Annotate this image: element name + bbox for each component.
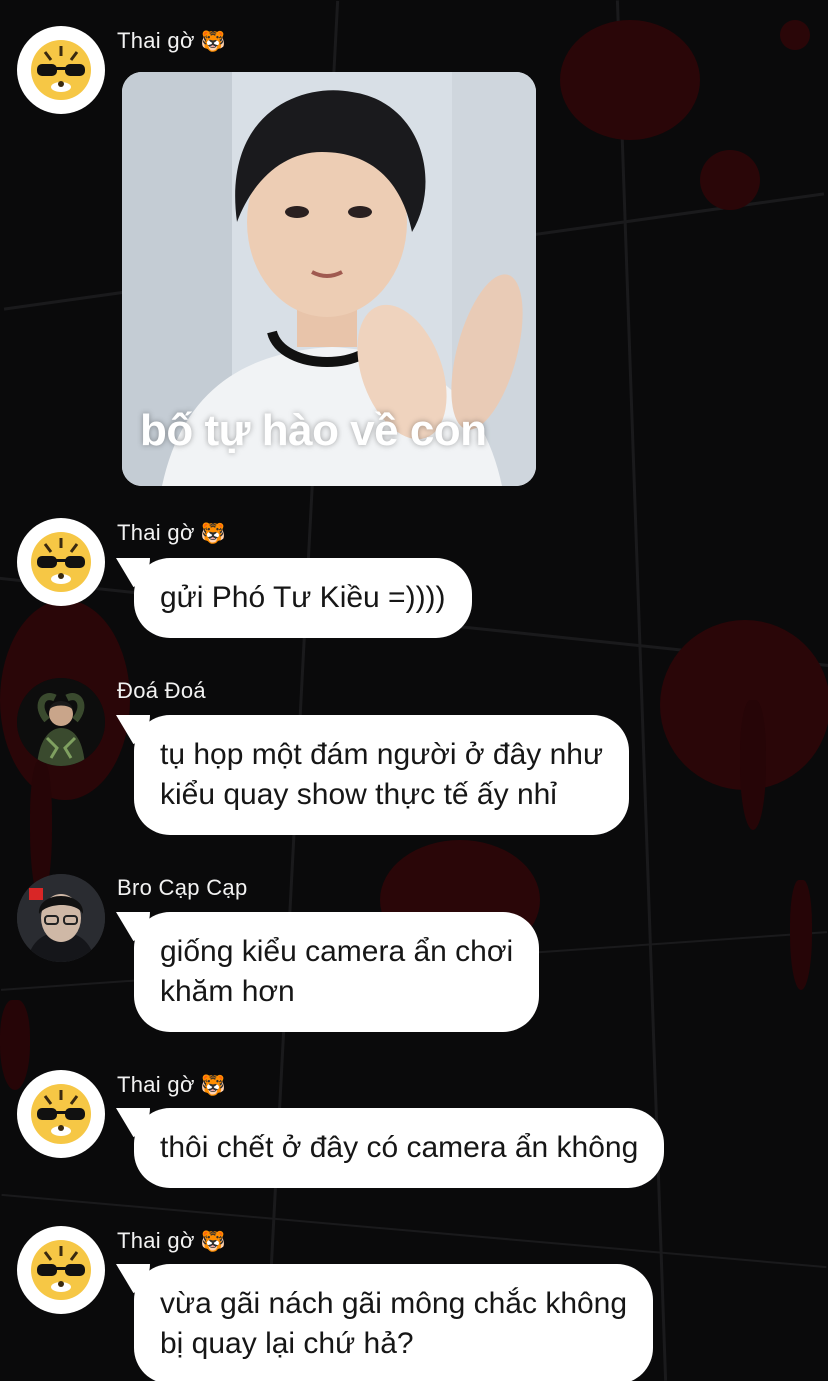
message-text: bị quay lại chứ hả? xyxy=(160,1327,414,1360)
sender-name: Bro Cạp Cạp xyxy=(117,875,247,901)
tiger-face-icon: 🐯 xyxy=(200,31,226,53)
sender-name-text: Thai gờ xyxy=(117,1228,195,1253)
avatar[interactable] xyxy=(17,874,105,962)
sender-name-text: Đoá Đoá xyxy=(117,678,206,703)
sender-name: Đoá Đoá xyxy=(117,678,206,704)
meme-caption: bố tự hào về con xyxy=(140,406,487,455)
tiger-face-icon: 🐯 xyxy=(200,1231,226,1253)
chat-message: Thai gờ 🐯 thôi chết ở đây có camera ẩn kh… xyxy=(0,1062,828,1202)
tiger-face-icon: 🐯 xyxy=(200,523,226,545)
person-photo-avatar xyxy=(17,678,105,766)
message-text: kiểu quay show thực tế ấy nhỉ xyxy=(160,778,557,811)
message-text: giống kiểu camera ẩn chơi xyxy=(160,935,514,968)
sender-name-text: Thai gờ xyxy=(117,28,195,53)
chat-message: Thai gờ 🐯 gửi Phó Tư Kiều =)))) xyxy=(0,510,828,650)
avatar[interactable] xyxy=(17,1070,105,1158)
person-glasses-avatar xyxy=(17,874,105,962)
tiger-sunglasses-icon xyxy=(31,40,91,100)
avatar[interactable] xyxy=(17,1226,105,1314)
tiger-sunglasses-icon xyxy=(31,1240,91,1300)
tiger-face-icon: 🐯 xyxy=(200,1075,226,1097)
sender-name: Thai gờ 🐯 xyxy=(117,520,226,546)
message-text: thôi chết ở đây có camera ẩn không xyxy=(160,1131,639,1164)
message-bubble[interactable]: gửi Phó Tư Kiều =)))) xyxy=(134,558,472,638)
sender-name: Thai gờ 🐯 xyxy=(117,1228,226,1254)
message-text: gửi Phó Tư Kiều =)))) xyxy=(160,581,446,614)
meme-image[interactable]: bố tự hào về con xyxy=(122,72,536,486)
chat-message: Đoá Đoá tụ họp một đám người ở đây như k… xyxy=(0,668,828,848)
message-text: vừa gãi nách gãi mông chắc không xyxy=(160,1287,628,1320)
message-bubble[interactable]: thôi chết ở đây có camera ẩn không xyxy=(134,1108,665,1188)
message-text: khăm hơn xyxy=(160,975,295,1008)
message-bubble[interactable]: vừa gãi nách gãi mông chắc không bị quay… xyxy=(134,1264,654,1381)
sender-name-text: Thai gờ xyxy=(117,1072,195,1097)
tiger-sunglasses-icon xyxy=(31,1084,91,1144)
message-bubble[interactable]: tụ họp một đám người ở đây như kiểu quay… xyxy=(134,715,630,835)
message-text: tụ họp một đám người ở đây như xyxy=(160,738,604,771)
sender-name-text: Bro Cạp Cạp xyxy=(117,875,248,900)
avatar[interactable] xyxy=(17,518,105,606)
chat-message: Bro Cạp Cạp giống kiểu camera ẩn chơi kh… xyxy=(0,866,828,1046)
sender-name-text: Thai gờ xyxy=(117,520,195,545)
message-bubble[interactable]: giống kiểu camera ẩn chơi khăm hơn xyxy=(134,912,540,1032)
tiger-sunglasses-icon xyxy=(31,532,91,592)
chat-message: Thai gờ 🐯 vừa gãi nách gãi mông chắc khôn… xyxy=(0,1218,828,1381)
sender-name: Thai gờ 🐯 xyxy=(117,1072,226,1098)
chat-message: Thai gờ 🐯 bố tự hào về con xyxy=(0,0,828,500)
avatar[interactable] xyxy=(17,678,105,766)
avatar[interactable] xyxy=(17,26,105,114)
sender-name: Thai gờ 🐯 xyxy=(117,28,226,54)
